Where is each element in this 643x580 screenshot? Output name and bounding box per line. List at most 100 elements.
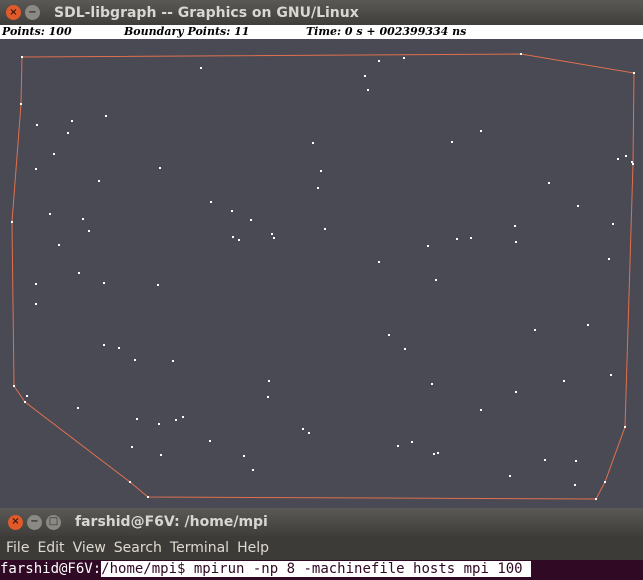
data-point (49, 213, 51, 215)
data-point (577, 205, 579, 207)
maximize-icon[interactable]: □ (46, 514, 61, 530)
data-point (563, 380, 565, 382)
data-point (182, 416, 184, 418)
sdl-window: × − SDL-libgraph -- Graphics on GNU/Linu… (0, 0, 643, 508)
data-point (534, 329, 536, 331)
terminal-output[interactable]: farshid@F6V:/home/mpi$ mpirun -np 8 -mac… (0, 560, 643, 580)
menu-file[interactable]: File (6, 540, 29, 556)
boundary-points-count: Boundary Points: 11 (124, 25, 250, 38)
hull-vertex (21, 56, 23, 58)
hull-vertex (24, 401, 26, 403)
data-point (324, 228, 326, 230)
data-point (160, 454, 162, 456)
hull-vertex (632, 163, 634, 165)
data-point (136, 418, 138, 420)
command-text: mpirun -np 8 -machinefile hosts mpi 100 (185, 561, 523, 577)
data-point (312, 142, 314, 144)
terminal-window: × − □ farshid@F6V: /home/mpi File Edit V… (0, 508, 643, 580)
data-point (105, 115, 107, 117)
close-icon[interactable]: × (6, 5, 21, 20)
data-point (544, 459, 546, 461)
data-point (437, 452, 439, 454)
data-point (451, 141, 453, 143)
data-point (268, 380, 270, 382)
data-point (88, 230, 90, 232)
data-point (587, 324, 589, 326)
hull-vertex (604, 481, 606, 483)
hull-vertex (633, 72, 635, 74)
sdl-window-title: SDL-libgraph -- Graphics on GNU/Linux (54, 4, 359, 21)
data-point (574, 484, 576, 486)
data-point (480, 409, 482, 411)
menu-help[interactable]: Help (237, 540, 269, 556)
data-point (515, 241, 517, 243)
data-point (435, 279, 437, 281)
data-point (267, 396, 269, 398)
close-icon[interactable]: × (8, 514, 23, 530)
data-point (608, 258, 610, 260)
data-point (35, 168, 37, 170)
data-point (77, 407, 79, 409)
hull-vertex (11, 221, 13, 223)
hull-vertex (20, 103, 22, 105)
hull-vertex (147, 496, 149, 498)
data-point (71, 120, 73, 122)
points-count: Points: 100 (2, 25, 72, 38)
data-point (58, 244, 60, 246)
minimize-icon[interactable]: − (25, 5, 40, 20)
data-point (271, 233, 273, 235)
data-point (364, 75, 366, 77)
data-point (53, 153, 55, 155)
data-point (433, 453, 435, 455)
menu-terminal[interactable]: Terminal (170, 540, 229, 556)
data-point (158, 423, 160, 425)
data-point (403, 57, 405, 59)
data-point (35, 283, 37, 285)
data-point (427, 245, 429, 247)
data-point (273, 237, 275, 239)
prompt-path: /home/mpi$ (101, 561, 186, 577)
menu-view[interactable]: View (73, 540, 106, 556)
data-point (243, 455, 245, 457)
data-point (35, 303, 37, 305)
data-point (575, 460, 577, 462)
data-point (404, 348, 406, 350)
data-point (411, 441, 413, 443)
data-point (470, 237, 472, 239)
sdl-titlebar[interactable]: × − SDL-libgraph -- Graphics on GNU/Linu… (0, 0, 643, 25)
terminal-window-title: farshid@F6V: /home/mpi (75, 514, 268, 530)
data-point (175, 419, 177, 421)
hull-vertex (129, 481, 131, 483)
data-point (238, 239, 240, 241)
data-point (67, 132, 69, 134)
data-point (252, 469, 254, 471)
data-point (210, 201, 212, 203)
data-point (397, 445, 399, 447)
data-point (131, 446, 133, 448)
hull-vertex (624, 426, 626, 428)
convex-hull-canvas[interactable] (0, 39, 643, 508)
menu-edit[interactable]: Edit (37, 540, 64, 556)
data-point (26, 395, 28, 397)
data-point (317, 187, 319, 189)
terminal-titlebar[interactable]: × − □ farshid@F6V: /home/mpi (0, 508, 643, 536)
data-point (200, 67, 202, 69)
terminal-menubar: File Edit View Search Terminal Help (0, 536, 643, 560)
hull-vertex (13, 385, 15, 387)
data-point (134, 359, 136, 361)
plot-background (0, 39, 643, 508)
data-point (625, 155, 627, 157)
data-point (36, 124, 38, 126)
data-point (308, 432, 310, 434)
data-point (302, 428, 304, 430)
minimize-icon[interactable]: − (27, 514, 42, 530)
data-point (631, 161, 633, 163)
data-point (172, 360, 174, 362)
data-point (480, 130, 482, 132)
data-point (231, 210, 233, 212)
menu-search[interactable]: Search (114, 540, 162, 556)
elapsed-time: Time: 0 s + 002399334 ns (306, 25, 467, 38)
data-point (232, 236, 234, 238)
data-point (515, 391, 517, 393)
data-point (431, 383, 433, 385)
